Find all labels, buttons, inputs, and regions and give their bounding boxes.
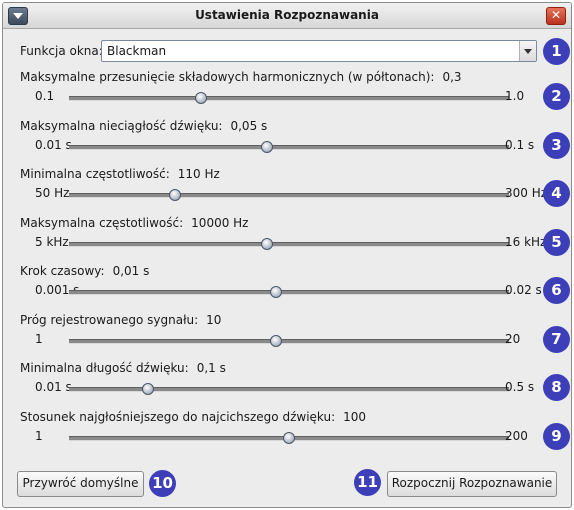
annotation-badge-8: 8	[543, 374, 570, 401]
slider-label-text: Krok czasowy:	[20, 264, 105, 278]
window-function-select[interactable]: Blackman	[101, 40, 537, 62]
slider-track-8[interactable]	[69, 387, 509, 392]
slider-thumb-6[interactable]	[269, 286, 282, 298]
slider-label-8: Minimalna długość dźwięku: 0,1 s	[20, 361, 226, 375]
slider-max-label: 300 Hz	[505, 186, 548, 200]
slider-thumb-2[interactable]	[195, 92, 207, 104]
slider-min-label: 1	[35, 331, 43, 346]
slider-label-text: Minimalna długość dźwięku:	[20, 361, 189, 375]
slider-label-5: Maksymalna częstotliwość: 10000 Hz	[20, 216, 248, 230]
slider-max-label: 0.5 s	[505, 380, 535, 394]
slider-value: 110 Hz	[177, 167, 220, 181]
annotation-badge-9: 9	[543, 422, 570, 450]
slider-value: 10	[206, 312, 222, 327]
slider-track-4[interactable]	[69, 193, 509, 198]
window-function-label: Funkcja okna:	[20, 44, 103, 58]
start-recognition-button[interactable]: Rozpocznij Rozpoznawanie	[387, 471, 557, 497]
slider-thumb-4[interactable]	[168, 189, 181, 201]
slider-label-text: Maksymalne przesunięcie składowych harmo…	[20, 70, 435, 84]
slider-min-label: 5 kHz	[35, 234, 69, 249]
title-bar: Ustawienia Rozpoznawania ✕	[3, 3, 571, 29]
slider-label-2: Maksymalne przesunięcie składowych harmo…	[20, 70, 462, 84]
slider-label-text: Stosunek najgłośniejszego do najcichszeg…	[20, 409, 336, 424]
chevron-down-icon[interactable]	[519, 41, 536, 61]
slider-track-5[interactable]	[69, 241, 509, 247]
slider-max-label: 200	[505, 428, 528, 443]
slider-label-3: Maksymalna nieciągłość dźwięku: 0,05 s	[20, 119, 267, 133]
slider-label-9: Stosunek najgłośniejszego do najcichszeg…	[20, 410, 366, 424]
annotation-badge-6: 6	[543, 277, 570, 304]
slider-label-text: Próg rejestrowanego sygnału:	[20, 312, 199, 327]
slider-label-6: Krok czasowy: 0,01 s	[20, 264, 149, 278]
annotation-badge-3: 3	[543, 131, 570, 159]
slider-min-label: 50 Hz	[35, 186, 70, 200]
reset-defaults-button[interactable]: Przywróć domyślne	[17, 471, 144, 497]
settings-window: Ustawienia Rozpoznawania ✕ Funkcja okna:…	[2, 2, 572, 508]
slider-thumb-7[interactable]	[269, 334, 282, 347]
slider-value: 0,3	[442, 70, 462, 84]
slider-min-label: 0.01 s	[35, 137, 72, 152]
close-button[interactable]: ✕	[546, 7, 566, 25]
annotation-badge-7: 7	[543, 325, 570, 353]
annotation-badge-10: 10	[149, 470, 176, 497]
slider-track-6[interactable]	[69, 290, 509, 295]
annotation-badge-1: 1	[543, 38, 570, 65]
slider-thumb-8[interactable]	[142, 383, 155, 395]
annotation-badge-2: 2	[543, 83, 570, 110]
slider-min-label: 1	[35, 428, 43, 443]
slider-label-text: Maksymalna nieciągłość dźwięku:	[20, 118, 223, 133]
slider-min-label: 0.1	[35, 89, 55, 103]
annotation-badge-11: 11	[354, 469, 381, 496]
slider-thumb-5[interactable]	[261, 237, 273, 250]
annotation-badge-4: 4	[543, 180, 570, 207]
window-function-value: Blackman	[107, 44, 167, 58]
window-title: Ustawienia Rozpoznawania	[195, 8, 379, 22]
slider-track-7[interactable]	[69, 338, 509, 344]
slider-thumb-9[interactable]	[283, 431, 295, 444]
slider-max-label: 16 kHz	[505, 234, 547, 249]
slider-thumb-3[interactable]	[261, 140, 273, 153]
slider-max-label: 0.02 s	[505, 283, 542, 297]
slider-min-label: 0.01 s	[35, 380, 72, 394]
slider-value: 100	[343, 409, 367, 424]
slider-label-7: Próg rejestrowanego sygnału: 10	[20, 313, 221, 327]
slider-value: 10000 Hz	[191, 215, 249, 230]
slider-track-3[interactable]	[69, 144, 509, 150]
slider-value: 0,1 s	[196, 361, 226, 375]
slider-label-text: Maksymalna częstotliwość:	[20, 215, 184, 230]
slider-max-label: 1.0	[505, 89, 525, 103]
annotation-badge-5: 5	[543, 228, 570, 256]
slider-max-label: 20	[505, 331, 521, 346]
slider-label-text: Minimalna częstotliwość:	[20, 167, 170, 181]
slider-track-2[interactable]	[69, 96, 509, 101]
slider-max-label: 0.1 s	[505, 137, 535, 152]
slider-label-4: Minimalna częstotliwość: 110 Hz	[20, 167, 220, 181]
slider-value: 0,01 s	[112, 264, 150, 278]
slider-value: 0,05 s	[230, 118, 268, 133]
